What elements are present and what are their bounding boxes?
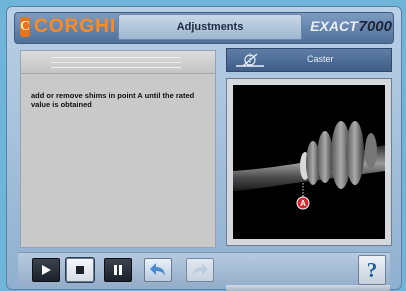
forward-arrow-icon bbox=[193, 263, 208, 276]
stop-icon bbox=[76, 266, 84, 274]
washer bbox=[346, 121, 364, 185]
brand-number: 7000 bbox=[358, 17, 392, 35]
caster-angle-icon bbox=[236, 53, 264, 67]
brand-text: EXACT bbox=[310, 18, 358, 34]
instruction-panel-header bbox=[21, 51, 215, 74]
point-a-label: A bbox=[300, 199, 306, 208]
play-button[interactable] bbox=[32, 258, 60, 282]
view-label: Caster bbox=[307, 54, 334, 64]
suspension-view: A bbox=[226, 78, 392, 246]
back-button[interactable] bbox=[144, 258, 172, 282]
suspension-render: A bbox=[233, 85, 385, 239]
logo-text: CORGHI bbox=[34, 16, 117, 37]
view-header: Caster bbox=[226, 48, 392, 72]
stop-button[interactable] bbox=[65, 257, 95, 283]
header-rule bbox=[51, 62, 181, 63]
product-brand: EXACT 7000 bbox=[308, 15, 392, 37]
help-button[interactable]: ? bbox=[358, 255, 386, 285]
header-rule bbox=[51, 67, 181, 68]
instruction-panel: add or remove shims in point A until the… bbox=[20, 50, 216, 248]
status-strip bbox=[226, 285, 390, 291]
pause-icon bbox=[114, 265, 122, 275]
header-rule bbox=[51, 57, 181, 58]
help-icon: ? bbox=[366, 257, 378, 282]
washer bbox=[317, 131, 333, 183]
washer bbox=[365, 133, 377, 169]
pause-button[interactable] bbox=[104, 258, 132, 282]
forward-button[interactable] bbox=[186, 258, 214, 282]
page-title: Adjustments bbox=[118, 14, 302, 40]
instruction-text: add or remove shims in point A until the… bbox=[31, 91, 195, 109]
back-arrow-icon bbox=[150, 263, 165, 276]
corghi-logo: C CORGHI bbox=[20, 15, 115, 39]
logo-mark: C bbox=[20, 17, 31, 37]
shim-illustration: A bbox=[233, 121, 385, 210]
play-icon bbox=[42, 265, 51, 275]
